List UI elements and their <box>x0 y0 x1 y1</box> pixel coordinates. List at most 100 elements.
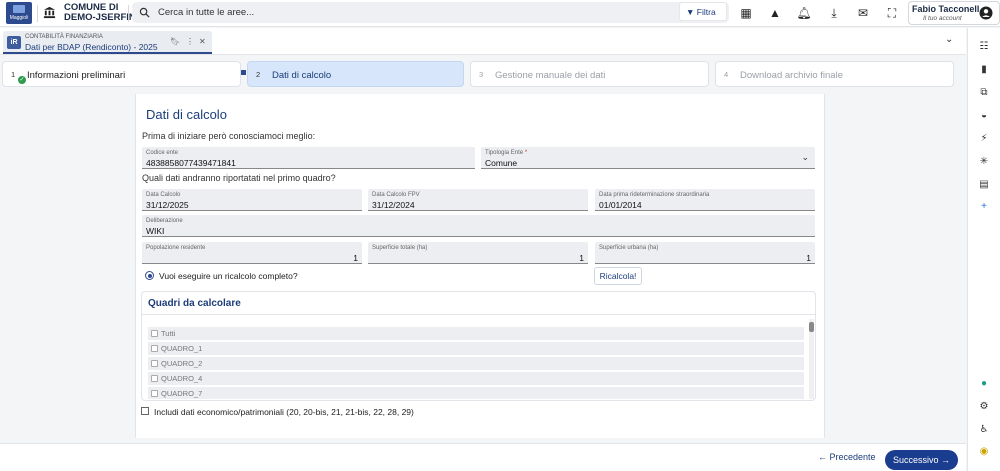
divider <box>142 314 815 315</box>
required-mark: * <box>524 150 528 156</box>
step-connector <box>241 70 246 75</box>
deliberazione-field[interactable]: Deliberazione WIKI <box>142 215 815 237</box>
quadro-label: QUADRO_1 <box>161 344 203 353</box>
hub-icon[interactable]: ✳ <box>977 155 991 169</box>
organization-name[interactable]: COMUNE DI DEMO-JSERFIN <box>64 3 136 23</box>
support-icon[interactable]: ◉ <box>977 445 991 459</box>
module-badge: iR <box>7 36 21 49</box>
bookmark-icon[interactable]: 🔖︎ <box>170 37 180 46</box>
accessibility-icon[interactable]: ♿︎ <box>977 423 991 437</box>
intro-text: Prima di iniziare però conosciamoci megl… <box>142 131 316 141</box>
app-logo[interactable]: Maggioli <box>6 2 32 24</box>
location-icon[interactable]: ● <box>977 377 991 391</box>
field-label: Codice ente <box>146 150 179 156</box>
step-download-archivio: 4 Download archivio finale <box>715 61 954 87</box>
divider <box>128 5 129 22</box>
radio-label: Vuoi eseguire un ricalcolo completo? <box>159 271 298 281</box>
arrow-left-icon: ← <box>818 452 830 462</box>
quadro-item-7[interactable]: QUADRO_7 <box>148 387 804 399</box>
data-calcolo-field[interactable]: Data Calcolo 31/12/2025 <box>142 189 362 211</box>
bank-icon <box>43 6 56 19</box>
form-card: Dati di calcolo Prima di iniziare però c… <box>135 94 825 438</box>
arrow-right-icon: → <box>938 455 951 465</box>
fullscreen-icon[interactable]: ⛶ <box>883 4 901 22</box>
economico-checkbox[interactable] <box>141 407 149 415</box>
quadro-item-2[interactable]: QUADRO_2 <box>148 357 804 370</box>
checkbox[interactable] <box>151 330 158 337</box>
field-label: Data Calcolo <box>146 192 181 198</box>
warning-icon[interactable]: ▲ <box>766 4 784 22</box>
book-icon[interactable]: ▮ <box>977 63 991 77</box>
checkbox[interactable] <box>151 345 158 352</box>
popolazione-field[interactable]: Popolazione residente 1 <box>142 242 362 264</box>
field-label: Data Calcolo FPV <box>372 192 420 198</box>
bell-icon[interactable]: 🔔︎ <box>795 4 813 22</box>
quadri-panel: Quadri da calcolare Tutti QUADRO_1 QUADR… <box>141 291 816 401</box>
document-tab[interactable]: iR CONTABILITÀ FINANZIARIA Dati per BDAP… <box>3 31 212 54</box>
plug-icon[interactable]: ⚡︎ <box>977 132 991 146</box>
field-value: 1 <box>806 253 811 263</box>
quadro-item-4[interactable]: QUADRO_4 <box>148 372 804 385</box>
checklist-icon[interactable]: ☷ <box>977 40 991 54</box>
tab-category: CONTABILITÀ FINANZIARIA <box>25 34 103 40</box>
field-value: 1 <box>579 253 584 263</box>
field-label: Deliberazione <box>146 218 183 224</box>
field-value: 4838858077439471841 <box>146 158 236 168</box>
data-rideterminazione-field[interactable]: Data prima rideterminazione straordinari… <box>595 189 815 211</box>
ricalcolo-radio[interactable] <box>145 271 154 280</box>
dashboard-icon[interactable]: ▦ <box>737 4 755 22</box>
user-menu[interactable]: Fabio Tacconell... Il tuo account <box>908 1 1000 25</box>
close-icon[interactable]: ✕ <box>199 37 206 46</box>
previous-label: Precedente <box>829 452 876 462</box>
scrollbar-thumb[interactable] <box>809 322 814 332</box>
chevron-down-icon[interactable]: ⌄ <box>945 34 953 45</box>
checkbox[interactable] <box>151 360 158 367</box>
superficie-totale-field[interactable]: Superficie totale (ha) 1 <box>368 242 588 264</box>
quadro-item-1[interactable]: QUADRO_1 <box>148 342 804 355</box>
filter-button[interactable]: ▼ Filtra <box>679 2 727 21</box>
step-label: Gestione manuale dei dati <box>495 70 606 81</box>
mail-icon[interactable]: ✉ <box>854 4 872 22</box>
codice-ente-field[interactable]: Codice ente 4838858077439471841 <box>142 147 475 169</box>
wizard-footer: ← Precedente Successivo → <box>0 443 966 471</box>
step-number: 3 <box>479 70 484 79</box>
filter-icon: ▼ <box>686 7 697 17</box>
quadri-title: Quadri da calcolare <box>148 298 241 309</box>
step-informazioni-preliminari[interactable]: 1 ✓ Informazioni preliminari <box>2 61 241 87</box>
more-icon[interactable]: ⋮ <box>186 37 194 46</box>
add-icon[interactable]: + <box>977 200 991 214</box>
gear-icon[interactable]: ⚙ <box>977 400 991 414</box>
step-number: 4 <box>724 70 729 79</box>
checkbox[interactable] <box>151 375 158 382</box>
checkbox[interactable] <box>151 390 158 397</box>
step-label: Informazioni preliminari <box>27 70 126 81</box>
superficie-urbana-field[interactable]: Superficie urbana (ha) 1 <box>595 242 815 264</box>
quadro-item-tutti[interactable]: Tutti <box>148 327 804 340</box>
global-search[interactable]: Cerca in tutte le aree... <box>132 2 729 23</box>
field-label: Superficie totale (ha) <box>372 245 428 251</box>
previous-button[interactable]: ← Precedente <box>818 452 876 462</box>
field-label: Tipologia Ente * <box>485 150 527 156</box>
next-label: Successivo <box>892 455 939 465</box>
quadro-label: QUADRO_7 <box>161 389 203 398</box>
logo-text: Maggioli <box>9 15 29 21</box>
field-value: 31/12/2025 <box>146 200 189 210</box>
step-dati-di-calcolo[interactable]: 2 Dati di calcolo <box>247 61 464 87</box>
next-button[interactable]: Successivo → <box>885 450 958 470</box>
search-icon <box>139 7 150 18</box>
tipologia-ente-select[interactable]: Tipologia Ente * Comune ⌄ <box>481 147 815 169</box>
top-bar: Maggioli COMUNE DI DEMO-JSERFIN Cerca in… <box>0 0 1000 27</box>
shapes-icon[interactable]: ◒ <box>977 109 991 123</box>
ricalcola-button[interactable]: Ricalcola! <box>594 267 642 285</box>
search-input[interactable]: Cerca in tutte le aree... <box>158 7 254 18</box>
download-icon[interactable]: ⤓ <box>825 4 843 22</box>
calculator-icon[interactable]: ▤ <box>977 178 991 192</box>
field-value: 31/12/2024 <box>372 200 415 210</box>
org-name-line2: DEMO-JSERFIN <box>64 12 136 23</box>
field-value: 1 <box>353 253 358 263</box>
quadro-label: QUADRO_4 <box>161 374 203 383</box>
copy-icon[interactable]: ⧉ <box>977 86 991 100</box>
quadri-scrollbar[interactable] <box>809 319 814 399</box>
checkbox-label: Includi dati economico/patrimoniali (20,… <box>154 407 414 417</box>
data-calcolo-fpv-field[interactable]: Data Calcolo FPV 31/12/2024 <box>368 189 588 211</box>
